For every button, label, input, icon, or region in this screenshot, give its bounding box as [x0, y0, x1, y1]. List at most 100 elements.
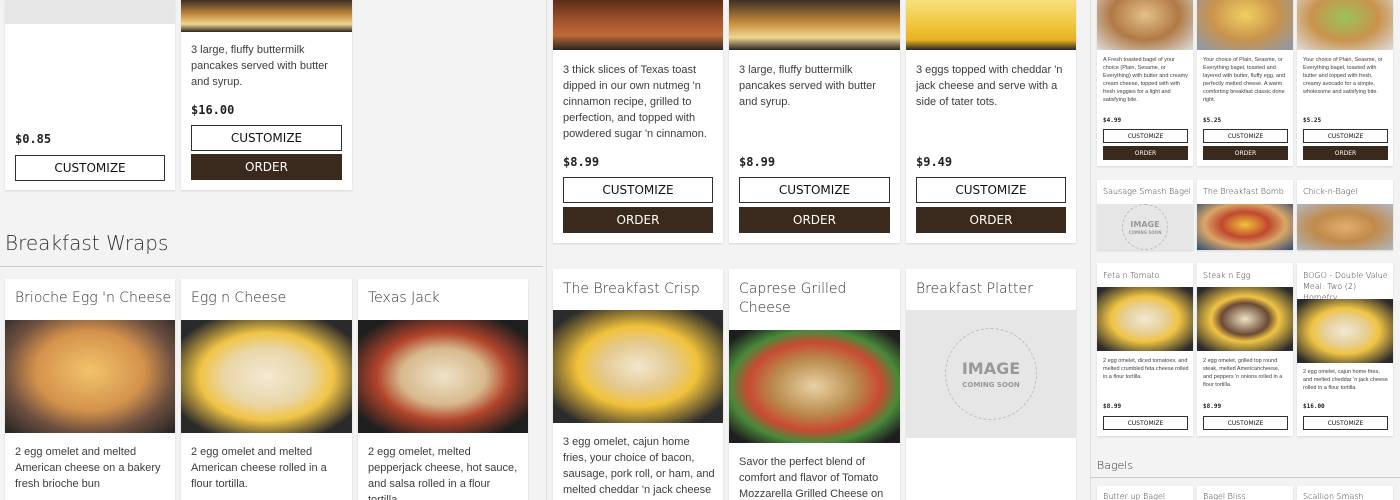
- item-title: Steak n Egg: [1203, 271, 1251, 280]
- customize-button[interactable]: CUSTOMIZE: [1303, 416, 1388, 430]
- item-price: $8.99: [1203, 403, 1222, 410]
- item-title: The Breakfast Crisp: [563, 281, 700, 297]
- section-title: Bagels: [1097, 459, 1134, 472]
- item-photo: [181, 0, 352, 32]
- item-photo: [906, 0, 1076, 50]
- order-button[interactable]: ORDER: [1203, 146, 1288, 160]
- menu-card: Brioche Egg 'n Cheese 2 egg omelet and m…: [5, 279, 175, 500]
- right-pane: A Fresh toasted bagel of your choice (Pl…: [1090, 0, 1400, 500]
- menu-card: Butter up Bagel: [1097, 486, 1193, 500]
- menu-card: Breakfast Platter IMAGE COMING SOON: [906, 269, 1076, 500]
- order-button[interactable]: ORDER: [191, 154, 342, 180]
- item-price: $5.25: [1203, 117, 1222, 124]
- section-divider: [0, 266, 543, 267]
- item-description: 2 egg omelet, melted pepperjack cheese, …: [368, 446, 518, 500]
- customize-button[interactable]: CUSTOMIZE: [191, 125, 342, 151]
- item-description: Your choice of Plain, Seasme, or Everyth…: [1303, 57, 1383, 95]
- item-description: 3 large, fluffy buttermilk pancakes serv…: [191, 44, 328, 88]
- menu-card: 3 large, fluffy buttermilk pancakes serv…: [181, 0, 352, 190]
- item-title: Chick-n-Bagel: [1303, 187, 1358, 196]
- customize-button[interactable]: CUSTOMIZE: [1103, 416, 1188, 430]
- order-button[interactable]: ORDER: [916, 207, 1066, 233]
- item-description: 3 eggs topped with cheddar 'n jack chees…: [916, 64, 1063, 108]
- item-title: Texas Jack: [368, 290, 440, 306]
- menu-card: 3 eggs topped with cheddar 'n jack chees…: [906, 0, 1076, 243]
- menu-card: Your choice of Plain, Seasme, or Everyth…: [1297, 0, 1393, 166]
- section-divider: [1091, 477, 1400, 478]
- menu-card: BOGO - Double Value Meal: Two (2) Homefr…: [1297, 263, 1393, 436]
- item-price: $5.25: [1303, 117, 1322, 124]
- item-price: $4.99: [1103, 117, 1122, 124]
- item-title: Egg n Cheese: [191, 290, 287, 306]
- menu-card: A Fresh toasted bagel of your choice (Pl…: [1097, 0, 1193, 166]
- item-title: Bagel Bliss: [1203, 492, 1246, 500]
- menu-card: Chick-n-Bagel: [1297, 180, 1393, 250]
- order-button[interactable]: ORDER: [1103, 146, 1188, 160]
- item-photo: [1297, 299, 1393, 363]
- item-title: Butter up Bagel: [1103, 492, 1166, 500]
- item-price: $0.85: [15, 132, 52, 146]
- item-photo: [5, 320, 175, 433]
- item-price: $8.99: [563, 155, 600, 169]
- item-photo: [1197, 287, 1293, 351]
- item-title: Feta n Tomato: [1103, 271, 1160, 280]
- placeholder-main-text: IMAGE: [961, 359, 1021, 378]
- item-description: 3 egg omelet, cajun home fries, your cho…: [563, 436, 715, 496]
- item-price: $16.00: [1303, 403, 1325, 410]
- item-photo: [1297, 0, 1393, 50]
- menu-card: 3 thick slices of Texas toast dipped in …: [553, 0, 723, 243]
- item-photo: [553, 310, 723, 423]
- item-description: 2 egg omelet and melted American cheese …: [191, 446, 327, 490]
- item-price: $9.49: [916, 155, 953, 169]
- customize-button[interactable]: CUSTOMIZE: [1103, 129, 1188, 143]
- item-description: A Fresh toasted bagel of your choice (Pl…: [1103, 57, 1188, 103]
- customize-button[interactable]: CUSTOMIZE: [1203, 416, 1288, 430]
- item-photo: [1197, 204, 1293, 250]
- menu-card: Texas Jack 2 egg omelet, melted pepperja…: [358, 279, 528, 500]
- middle-pane: 3 thick slices of Texas toast dipped in …: [546, 0, 1086, 500]
- section-title: Breakfast Wraps: [5, 231, 169, 255]
- placeholder-main-text: IMAGE: [1130, 219, 1160, 229]
- menu-card: Egg n Cheese 2 egg omelet and melted Ame…: [181, 279, 352, 500]
- customize-button[interactable]: CUSTOMIZE: [916, 177, 1066, 203]
- item-title: Caprese Grilled Cheese: [739, 281, 847, 316]
- left-pane: $0.85 CUSTOMIZE 3 large, fluffy buttermi…: [0, 0, 543, 500]
- order-button[interactable]: ORDER: [1303, 146, 1388, 160]
- image-placeholder: [5, 0, 175, 24]
- item-description: Your choice of Plain, Seasme, or Everyth…: [1203, 57, 1286, 103]
- item-title: The Breakfast Bomb: [1203, 187, 1284, 196]
- menu-card: 3 large, fluffy buttermilk pancakes serv…: [729, 0, 900, 243]
- item-photo: [1097, 287, 1193, 351]
- item-description: 2 egg omelet, diced tomatoes, and melted…: [1103, 358, 1189, 380]
- menu-card: The Breakfast Crisp 3 egg omelet, cajun …: [553, 269, 723, 500]
- item-description: 3 thick slices of Texas toast dipped in …: [563, 64, 707, 140]
- item-title: Scallion Smash: [1303, 492, 1364, 500]
- order-button[interactable]: ORDER: [739, 207, 890, 233]
- order-button[interactable]: ORDER: [563, 207, 713, 233]
- menu-card: Steak n Egg 2 egg omelet, grilled top ro…: [1197, 263, 1293, 436]
- item-description: 2 egg omelet, cajun home fries, and melt…: [1303, 369, 1388, 391]
- item-photo: [1297, 204, 1393, 250]
- item-photo: [1097, 0, 1193, 50]
- customize-button[interactable]: CUSTOMIZE: [563, 177, 713, 203]
- item-title: Brioche Egg 'n Cheese: [15, 290, 172, 306]
- customize-button[interactable]: CUSTOMIZE: [15, 155, 165, 181]
- item-photo: [358, 320, 528, 433]
- item-description: 2 egg omelet and melted American cheese …: [15, 446, 161, 490]
- customize-button[interactable]: CUSTOMIZE: [739, 177, 890, 203]
- item-price: $8.99: [1103, 403, 1122, 410]
- item-price: $8.99: [739, 155, 776, 169]
- item-photo: [729, 330, 900, 443]
- item-photo: [181, 320, 352, 433]
- item-description: 2 egg omelet, grilled top round steak, m…: [1203, 358, 1283, 388]
- image-placeholder: IMAGE COMING SOON: [906, 310, 1076, 438]
- item-price: $16.00: [191, 103, 235, 117]
- placeholder-sub-text: COMING SOON: [962, 381, 1020, 389]
- item-description: Savor the perfect blend of comfort and f…: [739, 456, 884, 500]
- customize-button[interactable]: CUSTOMIZE: [1203, 129, 1288, 143]
- menu-card: Feta n Tomato 2 egg omelet, diced tomato…: [1097, 263, 1193, 436]
- customize-button[interactable]: CUSTOMIZE: [1303, 129, 1388, 143]
- item-description: 3 large, fluffy buttermilk pancakes serv…: [739, 64, 876, 108]
- menu-card: Scallion Smash: [1297, 486, 1393, 500]
- placeholder-sub-text: COMING SOON: [1128, 229, 1162, 235]
